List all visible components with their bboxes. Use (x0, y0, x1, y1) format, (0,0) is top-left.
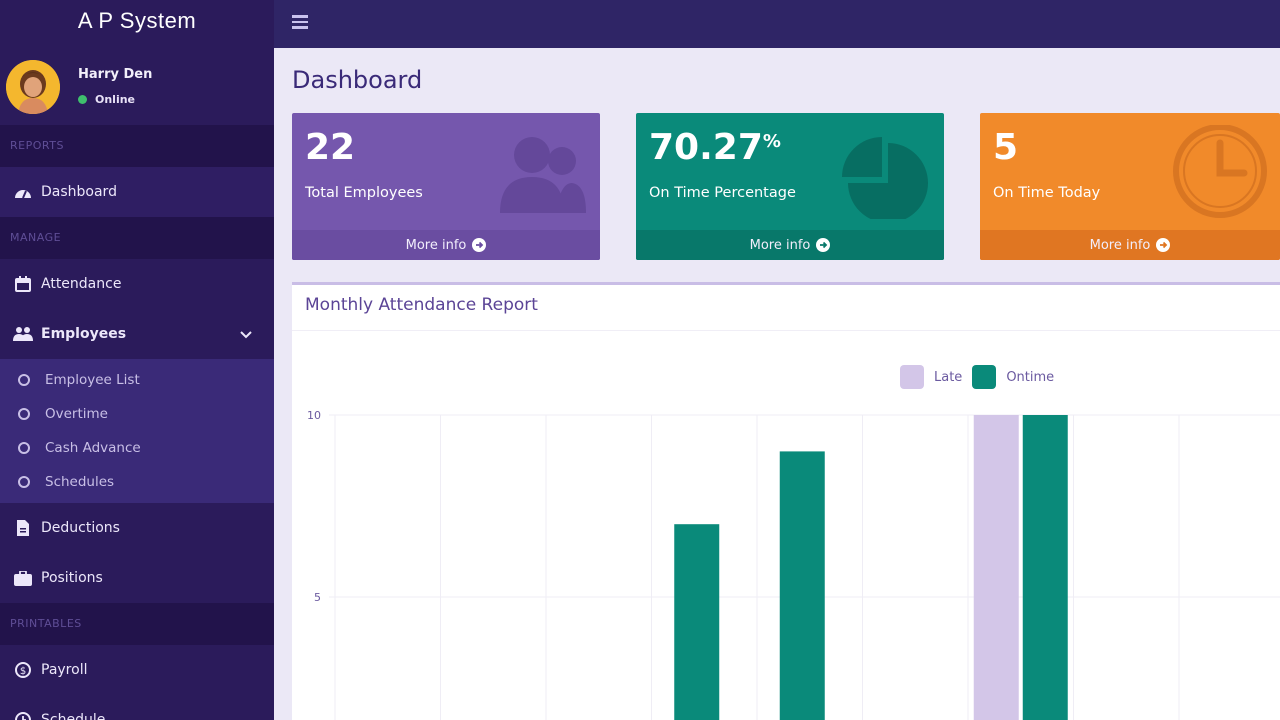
sidebar-item-label: Positions (41, 570, 103, 586)
sidebar-item-employees[interactable]: Employees (0, 309, 274, 359)
page-title: Dashboard (292, 66, 423, 94)
more-info-label: More info (749, 237, 811, 253)
chart-bar-ontime (674, 524, 720, 720)
sidebar-item-dashboard[interactable]: Dashboard (0, 167, 274, 217)
pie-chart-icon (842, 137, 928, 219)
circle-icon (18, 442, 30, 454)
sidebar-item-label: Dashboard (41, 184, 117, 200)
sidebar-item-label: Schedule (41, 712, 106, 720)
on-time-today-box: 5 On Time Today More info (980, 113, 1280, 260)
arrow-circle-right-icon (816, 238, 831, 252)
on-time-percentage-box: 70.27% On Time Percentage More info (636, 113, 944, 260)
chevron-down-icon (240, 331, 252, 339)
on-time-today-more-info-link[interactable]: More info (980, 230, 1280, 260)
user-panel: Harry Den Online (0, 45, 274, 125)
dashboard-icon (13, 182, 33, 202)
briefcase-icon (13, 568, 33, 588)
sidebar-item-schedule[interactable]: Schedule (0, 695, 274, 720)
more-info-label: More info (1089, 237, 1151, 253)
users-icon (13, 324, 33, 344)
sidebar-subitem-employee-list[interactable]: Employee List (0, 363, 274, 397)
online-dot-icon (78, 95, 87, 104)
clock-icon (1173, 125, 1267, 218)
employees-submenu: Employee List Overtime Cash Advance Sche… (0, 359, 274, 503)
on-time-percentage-number: 70.27 (649, 127, 763, 168)
user-status-label: Online (95, 93, 136, 106)
sidebar-item-positions[interactable]: Positions (0, 553, 274, 603)
sidebar-subitem-label: Schedules (45, 474, 115, 490)
attendance-bar-chart: 5 10 (307, 409, 1280, 720)
sidebar-item-label: Employees (41, 326, 127, 342)
user-status: Online (78, 93, 135, 106)
y-tick-label: 10 (307, 409, 321, 422)
section-printables: PRINTABLES (0, 603, 274, 645)
arrow-circle-right-icon (472, 238, 487, 252)
sidebar: A P System Harry Den Online REPORTS Dash… (0, 0, 274, 720)
menu-toggle-icon[interactable] (292, 15, 308, 29)
sidebar-subitem-label: Overtime (45, 406, 108, 422)
on-time-today-value: 5 (993, 127, 1019, 168)
circle-icon (18, 408, 30, 420)
user-avatar (6, 60, 60, 114)
total-employees-box: 22 Total Employees More info (292, 113, 600, 260)
section-manage: MANAGE (0, 217, 274, 259)
file-icon (13, 518, 33, 538)
sidebar-item-label: Payroll (41, 662, 88, 678)
money-icon: $ (13, 660, 33, 680)
sidebar-item-payroll[interactable]: $ Payroll (0, 645, 274, 695)
total-employees-label: Total Employees (305, 185, 423, 201)
arrow-circle-right-icon (1156, 238, 1171, 252)
users-icon (500, 137, 586, 213)
on-time-percentage-value: 70.27% (649, 127, 781, 168)
chart-bar-ontime (779, 451, 825, 720)
main-content: Dashboard 22 Total Employees More info 7… (274, 48, 1280, 720)
more-info-label: More info (405, 237, 467, 253)
sidebar-item-deductions[interactable]: Deductions (0, 503, 274, 553)
sidebar-item-attendance[interactable]: Attendance (0, 259, 274, 309)
sidebar-subitem-cash-advance[interactable]: Cash Advance (0, 431, 274, 465)
on-time-today-label: On Time Today (993, 185, 1101, 201)
sidebar-subitem-schedules[interactable]: Schedules (0, 465, 274, 499)
percent-suffix: % (762, 131, 781, 152)
top-navbar (274, 0, 1280, 48)
section-reports: REPORTS (0, 125, 274, 167)
chart-bar-ontime (1022, 415, 1068, 720)
on-time-percentage-label: On Time Percentage (649, 185, 796, 201)
calendar-icon (13, 274, 33, 294)
sidebar-item-label: Deductions (41, 520, 120, 536)
total-employees-value: 22 (305, 127, 356, 168)
svg-text:$: $ (20, 666, 26, 677)
user-name: Harry Den (78, 67, 153, 82)
app-title[interactable]: A P System (0, 0, 274, 45)
clock-icon (13, 710, 33, 720)
sidebar-subitem-label: Cash Advance (45, 440, 141, 456)
total-employees-more-info-link[interactable]: More info (292, 230, 600, 260)
y-tick-label: 5 (314, 591, 321, 604)
sidebar-item-label: Attendance (41, 276, 122, 292)
monthly-attendance-panel: Monthly Attendance Report Late Ontime 51… (292, 282, 1280, 720)
on-time-percentage-more-info-link[interactable]: More info (636, 230, 944, 260)
circle-icon (18, 374, 30, 386)
sidebar-subitem-overtime[interactable]: Overtime (0, 397, 274, 431)
circle-icon (18, 476, 30, 488)
chart-bar-late (973, 415, 1019, 720)
sidebar-subitem-label: Employee List (45, 372, 140, 388)
